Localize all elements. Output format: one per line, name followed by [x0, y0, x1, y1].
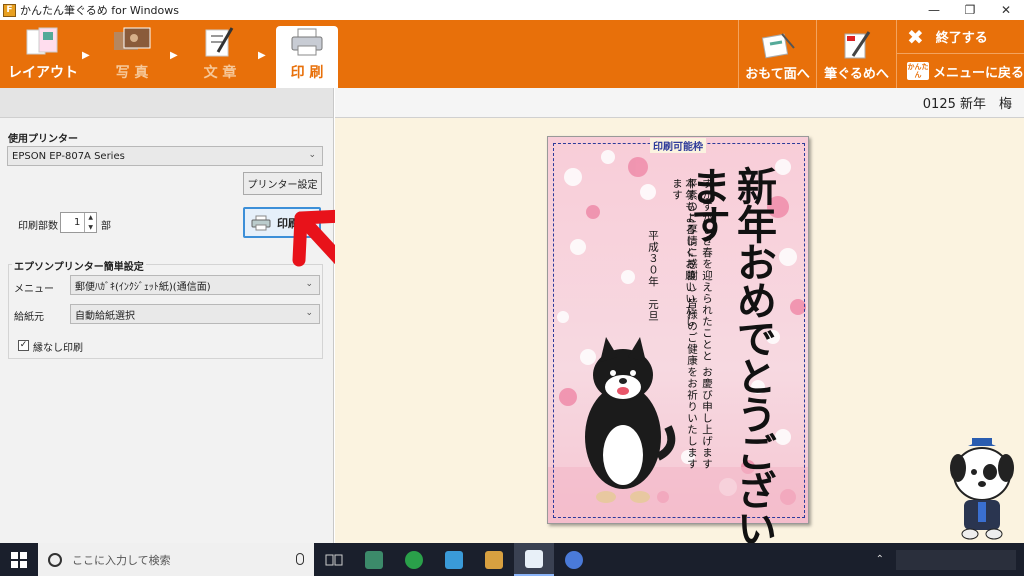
task-view-icon [325, 554, 343, 565]
fudegurume-label: 筆ぐるめへ [824, 67, 889, 82]
text-pen-icon [200, 26, 240, 58]
photo-icon [112, 26, 152, 58]
app-icon: F [3, 3, 16, 17]
tab-text[interactable]: 文 章 [188, 20, 252, 88]
title-bar: F かんたん筆ぐるめ for Windows — ❐ ✕ [0, 0, 1024, 20]
printer-heading: 使用プリンター [8, 134, 78, 145]
layout-icon [23, 26, 63, 58]
message-line-1: すがすがしき春を迎えられたことと お慶び申し上げます [701, 178, 713, 470]
omote-label: おもて面へ [745, 67, 810, 82]
tab-photo[interactable]: 写 真 [100, 20, 164, 88]
app-folder-icon [485, 550, 503, 569]
taskbar-search-box[interactable]: ここに入力して検索 [38, 543, 314, 576]
printer-small-icon [251, 215, 271, 230]
taskbar-app-5[interactable] [554, 543, 594, 576]
menu-select[interactable]: 郵便ﾊｶﾞｷ(ｲﾝｸｼﾞｪｯﾄ紙)(通信面) ⌄ [70, 275, 320, 295]
epson-group-heading: エプソンプリンター簡単設定 [12, 258, 146, 273]
message-line-3: 本年もよろしくお願いいたします [671, 178, 696, 328]
date-line: 平成３０年 元旦 [647, 230, 659, 322]
tab-layout[interactable]: レイアウト [8, 20, 78, 88]
app-fudegurume-icon [525, 549, 543, 568]
printer-settings-button[interactable]: プリンター設定 [243, 172, 322, 195]
maximize-button[interactable]: ❐ [952, 0, 988, 20]
kantan-badge: かんたん [907, 62, 929, 80]
close-icon: ✖ [907, 24, 924, 49]
exit-label: 終了する [935, 31, 988, 46]
chevron-down-icon: ⌄ [305, 308, 313, 318]
tab-text-label: 文 章 [203, 65, 237, 81]
main-toolbar: レイアウト ▶ 写 真 ▶ 文 章 ▶ 印 刷 おもて面へ 筆ぐるめへ ✖ 終了… [0, 20, 1024, 88]
print-settings-panel: 使用プリンター EPSON EP-807A Series ⌄ プリンター設定 印… [0, 88, 334, 543]
system-tray: ⌃ [876, 543, 1024, 576]
taskbar-app-1[interactable] [354, 543, 394, 576]
copies-label: 印刷部数 [18, 221, 58, 232]
minimize-button[interactable]: — [916, 0, 952, 20]
copies-stepper[interactable]: 1 ▲ ▼ [60, 212, 97, 233]
exit-button[interactable]: ✖ 終了する [896, 20, 1024, 54]
template-name: 0125 新年 梅 [922, 97, 1012, 112]
close-window-button[interactable]: ✕ [988, 0, 1024, 20]
paper-source-value: 自動給紙選択 [75, 310, 135, 322]
printer-value: EPSON EP-807A Series [12, 150, 125, 162]
task-view-button[interactable] [314, 543, 354, 576]
windows-taskbar: ここに入力して検索 ⌃ [0, 543, 1024, 576]
menu-return-button[interactable]: かんたん メニューに戻る [896, 54, 1024, 88]
fudegurume-icon [839, 30, 875, 60]
printer-icon [287, 26, 327, 58]
cortana-icon [48, 552, 62, 567]
tray-icons[interactable] [896, 549, 1016, 570]
copies-value[interactable]: 1 [61, 213, 84, 232]
taskbar-app-3[interactable] [434, 543, 474, 576]
borderless-checkbox[interactable]: ✓ [18, 340, 29, 351]
taskbar-app-4[interactable] [474, 543, 514, 576]
panel-header [0, 88, 333, 118]
mascot-dog-icon [950, 438, 1014, 540]
search-placeholder: ここに入力して検索 [72, 553, 171, 567]
omote-button[interactable]: おもて面へ [738, 20, 816, 88]
printer-select[interactable]: EPSON EP-807A Series ⌄ [7, 146, 323, 166]
window-title: かんたん筆ぐるめ for Windows [20, 4, 180, 17]
tab-layout-label: レイアウト [8, 65, 78, 81]
stepper-down-icon[interactable]: ▼ [85, 223, 96, 233]
paper-source-select[interactable]: 自動給紙選択 ⌄ [70, 304, 320, 324]
stepper-up-icon[interactable]: ▲ [85, 213, 96, 223]
taskbar-app-fudegurume[interactable] [514, 543, 554, 576]
chevron-down-icon: ⌄ [308, 150, 316, 160]
app-network-icon [565, 550, 583, 569]
chevron-right-icon: ▶ [258, 50, 266, 61]
app-chrome-icon [405, 550, 423, 569]
copies-unit: 部 [101, 221, 111, 232]
menu-value: 郵便ﾊｶﾞｷ(ｲﾝｸｼﾞｪｯﾄ紙)(通信面) [75, 281, 211, 293]
app-green-icon [365, 550, 383, 569]
start-button[interactable] [0, 543, 38, 576]
tab-print-label: 印 刷 [290, 65, 324, 81]
app-blue-icon [445, 550, 463, 569]
tray-chevron-icon[interactable]: ⌃ [876, 554, 884, 565]
postcard-front-icon [760, 30, 796, 60]
fudegurume-button[interactable]: 筆ぐるめへ [816, 20, 896, 88]
chevron-right-icon: ▶ [170, 50, 178, 61]
chevron-right-icon: ▶ [82, 50, 90, 61]
paper-source-label: 給紙元 [14, 312, 44, 323]
tab-photo-label: 写 真 [115, 65, 149, 81]
microphone-icon[interactable] [296, 553, 304, 565]
printable-area-label: 印刷可能枠 [650, 138, 706, 153]
menu-return-label: メニューに戻る [933, 65, 1024, 81]
taskbar-app-2[interactable] [394, 543, 434, 576]
menu-label: メニュー [14, 284, 54, 295]
windows-logo-icon [11, 551, 27, 568]
window-controls: — ❐ ✕ [916, 0, 1024, 20]
tab-print[interactable]: 印 刷 [276, 26, 338, 88]
card-title: 新年おめでとうございます [684, 166, 777, 546]
borderless-label: 縁なし印刷 [33, 343, 83, 354]
preview-header: 0125 新年 梅 [335, 88, 1024, 118]
